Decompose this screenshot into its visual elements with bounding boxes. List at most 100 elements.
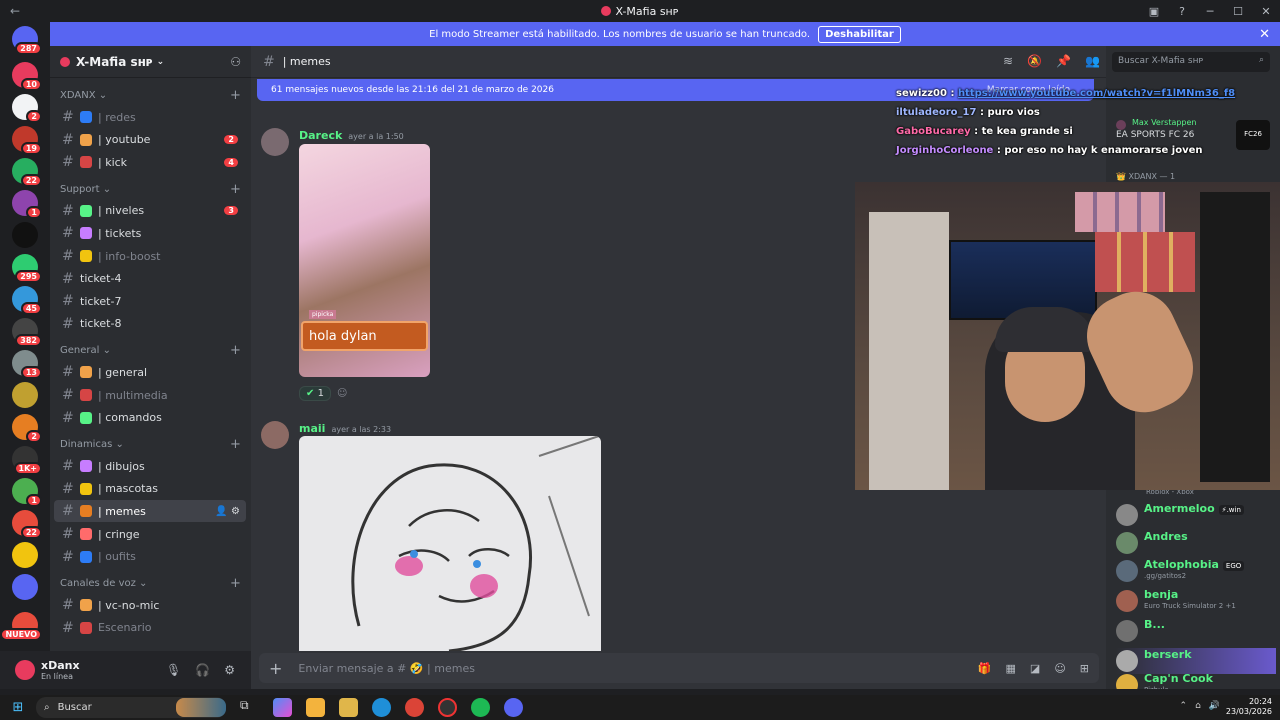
minimize-button[interactable]: ─ (1196, 0, 1224, 22)
sticker-icon[interactable]: ◪ (1030, 662, 1040, 675)
invite-icon[interactable]: ⚇ (230, 55, 241, 69)
category-2[interactable]: General ⌄ + (60, 343, 241, 358)
channel-item[interactable]: # | mascotas (54, 478, 246, 500)
server-icon[interactable]: 13 (12, 350, 42, 379)
author-name[interactable]: Dareck (299, 129, 342, 142)
member-list-icon[interactable]: 👥 (1085, 54, 1100, 68)
channel-item[interactable]: # | kick 4 (54, 151, 246, 173)
server-icon[interactable]: 1 (12, 478, 42, 507)
gift-icon[interactable]: 🎁 (978, 662, 992, 675)
avatar[interactable] (261, 128, 289, 156)
server-icon[interactable]: 19 (12, 126, 42, 155)
message-author[interactable]: Dareck ayer a la 1:50 (299, 129, 404, 142)
taskbar-clock[interactable]: 20:24 23/03/2026 (1226, 697, 1272, 717)
server-icon[interactable]: 10 (12, 62, 42, 91)
server-icon[interactable]: 1 (12, 190, 42, 219)
server-icon[interactable]: 1K+ (12, 446, 42, 475)
channel-item[interactable]: # | youtube 2 (54, 129, 246, 151)
member-item[interactable]: Atelophobia EGO .gg/gatitos2 (1116, 558, 1276, 584)
channel-item[interactable]: # ticket-7 (54, 290, 246, 312)
member-item[interactable]: Andres (1116, 530, 1276, 556)
message-input[interactable]: Enviar mensaje a # 🤣 | memes (298, 662, 475, 675)
gear-icon[interactable]: ⚙ (224, 663, 235, 677)
category-3[interactable]: Dinamicas ⌄ + (60, 437, 241, 452)
drawing-image[interactable] (299, 436, 601, 651)
attach-plus-icon[interactable]: + (269, 659, 282, 678)
channel-settings-icon[interactable]: 👤 ⚙ (215, 506, 240, 517)
server-header[interactable]: X-Mafia ꜱʜᴘ ⌄ ⚇ (50, 46, 251, 78)
member-item[interactable]: Amermeloo ⚡.win (1116, 502, 1276, 528)
meme-image[interactable]: pipicka hola dylan (299, 144, 430, 377)
server-icon[interactable]: NUEVO (0, 612, 42, 641)
channel-item[interactable]: # ticket-4 (54, 268, 246, 290)
member-item[interactable]: B... (1116, 618, 1276, 644)
channel-item[interactable]: # | comandos (54, 407, 246, 429)
notification-icon[interactable]: 🔕 (1027, 54, 1042, 68)
obs-icon[interactable] (438, 698, 457, 717)
close-banner-icon[interactable]: ✕ (1259, 27, 1270, 42)
disable-streamer-button[interactable]: Deshabilitar (818, 25, 901, 43)
server-icon[interactable]: 45 (12, 286, 42, 315)
add-channel-icon[interactable]: + (230, 343, 241, 358)
channel-item[interactable]: # | multimedia (54, 384, 246, 406)
channel-item[interactable]: # | oufits (54, 546, 246, 568)
server-icon[interactable]: 22 (12, 158, 42, 187)
category-0[interactable]: XDANX ⌄ + (60, 88, 241, 103)
discord-icon[interactable] (504, 698, 523, 717)
channel-item[interactable]: # | general (54, 361, 246, 383)
category-1[interactable]: Support ⌄ + (60, 182, 241, 197)
member-item[interactable]: benja Euro Truck Simulator 2 +1 (1116, 588, 1276, 614)
channel-item[interactable]: # | info-boost (54, 245, 246, 267)
copilot-icon[interactable] (273, 698, 292, 717)
server-icon[interactable]: 287 (12, 26, 42, 55)
server-icon[interactable]: 22 (12, 510, 42, 539)
server-icon[interactable] (12, 382, 38, 408)
store-icon[interactable] (306, 698, 325, 717)
network-icon[interactable]: ⌂ (1195, 701, 1201, 711)
chrome-icon[interactable] (405, 698, 424, 717)
channel-item[interactable]: # | memes 👤 ⚙ (54, 500, 246, 523)
threads-icon[interactable]: ≋ (1003, 54, 1013, 68)
close-window-button[interactable]: ✕ (1252, 0, 1280, 22)
channel-item[interactable]: # | niveles 3 (54, 200, 246, 222)
category-4[interactable]: Canales de voz ⌄ + (60, 576, 241, 591)
add-channel-icon[interactable]: + (230, 437, 241, 452)
channel-item[interactable]: # ticket-8 (54, 313, 246, 335)
file-explorer-icon[interactable] (339, 698, 358, 717)
add-channel-icon[interactable]: + (230, 182, 241, 197)
channel-item[interactable]: # | dibujos (54, 455, 246, 477)
volume-icon[interactable]: 🔊 (1209, 701, 1220, 711)
server-icon[interactable]: 295 (12, 254, 42, 283)
add-channel-icon[interactable]: + (230, 88, 241, 103)
apps-icon[interactable]: ⊞ (1080, 662, 1089, 675)
help-icon[interactable]: ? (1168, 0, 1196, 22)
server-icon[interactable]: 2 (12, 94, 42, 123)
member-item[interactable]: berserk (1116, 648, 1276, 674)
avatar[interactable] (15, 660, 35, 680)
spotify-icon[interactable] (471, 698, 490, 717)
emoji-icon[interactable]: ☺ (1054, 662, 1065, 675)
member-item[interactable]: Cap'n CookPizhula (1116, 672, 1276, 689)
task-view-icon[interactable]: ⧉ (240, 698, 259, 717)
server-icon[interactable]: 2 (12, 414, 42, 443)
channel-item[interactable]: # | tickets (54, 222, 246, 244)
headphones-icon[interactable]: 🎧 (195, 663, 210, 677)
avatar[interactable] (261, 421, 289, 449)
taskbar-search[interactable]: ⌕ Buscar (36, 697, 226, 718)
maximize-button[interactable]: ☐ (1224, 0, 1252, 22)
chevron-up-icon[interactable]: ⌃ (1180, 701, 1188, 711)
microphone-icon[interactable]: 🎙 (166, 663, 181, 677)
server-icon[interactable] (12, 222, 38, 248)
windows-start-icon[interactable]: ⊞ (0, 700, 36, 715)
message-author[interactable]: maii ayer a las 2:33 (299, 422, 391, 435)
channel-item[interactable]: # | vc-no-mic (54, 594, 246, 616)
add-channel-icon[interactable]: + (230, 576, 241, 591)
search-input[interactable]: Buscar X-Mafia ꜱʜᴘ ⌕ (1112, 52, 1270, 72)
edge-icon[interactable] (372, 698, 391, 717)
server-icon[interactable]: 382 (12, 318, 42, 347)
add-reaction-icon[interactable]: ☺ (337, 388, 347, 399)
pin-icon[interactable]: 📌 (1056, 54, 1071, 68)
channel-item[interactable]: # | cringe (54, 523, 246, 545)
server-icon[interactable] (12, 542, 38, 568)
channel-item[interactable]: # Escenario (54, 617, 246, 639)
